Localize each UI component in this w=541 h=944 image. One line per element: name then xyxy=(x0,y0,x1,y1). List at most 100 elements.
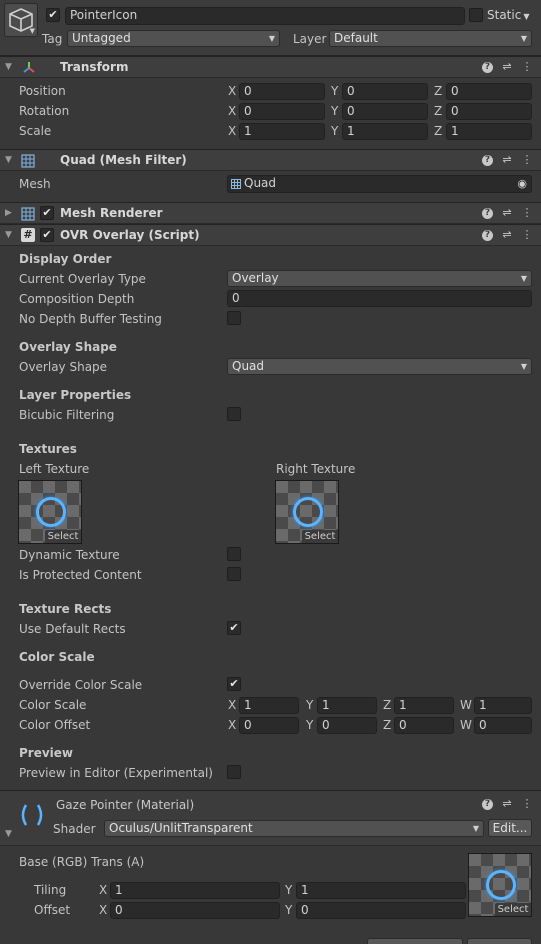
scale-x-field[interactable]: 1 xyxy=(239,123,325,140)
active-checkbox[interactable]: ✔ xyxy=(46,8,60,22)
overlay-shape-dropdown[interactable]: Quad ▼ xyxy=(227,358,532,375)
object-header: ▼ ✔ PointerIcon Static ▼ Tag Untagged ▼ La… xyxy=(0,0,541,56)
color-scale-x-field[interactable]: 1 xyxy=(239,697,299,714)
select-button[interactable]: Select xyxy=(495,903,531,916)
help-icon[interactable]: ? xyxy=(482,62,493,73)
foldout-arrow-icon[interactable]: ▼ xyxy=(5,155,15,165)
bicubic-filtering-checkbox[interactable] xyxy=(227,407,241,421)
more-menu-icon[interactable]: ⋮ xyxy=(521,796,533,812)
color-scale-z-field[interactable]: 1 xyxy=(394,697,454,714)
color-offset-w-field[interactable]: 0 xyxy=(474,717,532,734)
script-hash-icon: # xyxy=(21,228,35,242)
rotation-y-field[interactable]: 0 xyxy=(342,103,428,120)
color-offset-z-field[interactable]: 0 xyxy=(394,717,454,734)
transform-header[interactable]: ▼ Transform ? ⇌ ⋮ xyxy=(0,56,541,78)
mesh-renderer-header[interactable]: ▶ ✔ Mesh Renderer ? ⇌ ⋮ xyxy=(0,202,541,224)
tiling-y-field[interactable]: 1 xyxy=(296,882,466,899)
header-icons: ? ⇌ ⋮ xyxy=(482,205,533,221)
tag-dropdown[interactable]: Untagged ▼ xyxy=(67,30,280,47)
help-icon[interactable]: ? xyxy=(482,230,493,241)
protected-content-checkbox[interactable] xyxy=(227,567,241,581)
foldout-arrow-icon[interactable]: ▶ xyxy=(5,208,15,218)
bottom-partial-button[interactable] xyxy=(367,938,463,944)
position-z-field[interactable]: 0 xyxy=(446,83,532,100)
ovr-overlay-enabled-checkbox[interactable]: ✔ xyxy=(40,228,54,242)
axis-y-label: Y xyxy=(285,903,293,917)
axis-x-label: X xyxy=(228,124,237,138)
chevron-down-icon[interactable]: ▼ xyxy=(30,27,35,35)
position-x-field[interactable]: 0 xyxy=(239,83,325,100)
presets-icon[interactable]: ⇌ xyxy=(501,796,513,812)
base-texture-slot[interactable]: Select xyxy=(468,853,532,917)
axis-z-label: Z xyxy=(383,698,392,712)
ovr-overlay-header[interactable]: ▼ # ✔ OVR Overlay (Script) ? ⇌ ⋮ xyxy=(0,224,541,246)
presets-icon[interactable]: ⇌ xyxy=(501,227,513,243)
object-name-input[interactable]: PointerIcon xyxy=(65,7,465,25)
dynamic-texture-checkbox[interactable] xyxy=(227,547,241,561)
color-scale-w-field[interactable]: 1 xyxy=(474,697,532,714)
axis-x-label: X xyxy=(228,718,237,732)
rotation-x-field[interactable]: 0 xyxy=(239,103,325,120)
presets-icon[interactable]: ⇌ xyxy=(501,152,513,168)
tag-label: Tag xyxy=(42,32,63,46)
chevron-down-icon: ▼ xyxy=(523,12,530,21)
color-offset-x-field[interactable]: 0 xyxy=(239,717,299,734)
foldout-arrow-icon[interactable]: ▼ xyxy=(5,62,15,72)
color-offset-y-field[interactable]: 0 xyxy=(317,717,377,734)
tiling-x-field[interactable]: 1 xyxy=(110,882,280,899)
more-menu-icon[interactable]: ⋮ xyxy=(521,227,533,243)
object-picker-icon[interactable]: ◉ xyxy=(517,176,527,191)
override-color-scale-label: Override Color Scale xyxy=(19,678,143,692)
shader-dropdown[interactable]: Oculus/UnlitTransparent ▼ xyxy=(104,820,484,837)
protected-content-label: Is Protected Content xyxy=(19,568,142,582)
layer-dropdown[interactable]: Default ▼ xyxy=(329,30,532,47)
left-texture-slot[interactable]: Select xyxy=(18,480,82,544)
select-button[interactable]: Select xyxy=(302,530,338,543)
help-icon[interactable]: ? xyxy=(482,155,493,166)
use-default-rects-checkbox[interactable]: ✔ xyxy=(227,621,241,635)
color-scale-label: Color Scale xyxy=(19,698,87,712)
help-icon[interactable]: ? xyxy=(482,208,493,219)
gaze-ring-thumbnail xyxy=(36,497,66,527)
bottom-partial-button[interactable] xyxy=(467,938,532,944)
axis-x-label: X xyxy=(99,883,108,897)
mesh-value: Quad xyxy=(244,176,277,190)
more-menu-icon[interactable]: ⋮ xyxy=(521,152,533,168)
offset-x-field[interactable]: 0 xyxy=(110,902,280,919)
foldout-arrow-icon[interactable]: ▼ xyxy=(5,230,15,240)
offset-y-field[interactable]: 0 xyxy=(296,902,466,919)
color-scale-y-field[interactable]: 1 xyxy=(317,697,377,714)
position-y-field[interactable]: 0 xyxy=(342,83,428,100)
presets-icon[interactable]: ⇌ xyxy=(501,59,513,75)
static-dropdown[interactable]: Static ▼ xyxy=(487,8,529,22)
chevron-down-icon: ▼ xyxy=(268,34,275,43)
axis-z-label: Z xyxy=(434,124,443,138)
shader-label: Shader xyxy=(53,822,96,836)
presets-icon[interactable]: ⇌ xyxy=(501,205,513,221)
preview-in-editor-checkbox[interactable] xyxy=(227,765,241,779)
component-title: Quad (Mesh Filter) xyxy=(60,153,187,167)
more-menu-icon[interactable]: ⋮ xyxy=(521,205,533,221)
edit-shader-button[interactable]: Edit... xyxy=(488,819,532,837)
foldout-arrow-icon[interactable]: ▼ xyxy=(5,829,12,839)
axis-x-label: X xyxy=(228,104,237,118)
static-checkbox[interactable] xyxy=(469,8,483,22)
mesh-renderer-enabled-checkbox[interactable]: ✔ xyxy=(40,206,54,220)
scale-z-field[interactable]: 1 xyxy=(446,123,532,140)
right-texture-slot[interactable]: Select xyxy=(275,480,339,544)
preview-section: Preview xyxy=(19,746,74,760)
composition-depth-field[interactable]: 0 xyxy=(227,290,532,307)
no-depth-buffer-checkbox[interactable] xyxy=(227,311,241,325)
more-menu-icon[interactable]: ⋮ xyxy=(521,59,533,75)
help-icon[interactable]: ? xyxy=(482,799,493,810)
override-color-scale-checkbox[interactable]: ✔ xyxy=(227,677,241,691)
select-button[interactable]: Select xyxy=(45,530,81,543)
rotation-z-field[interactable]: 0 xyxy=(446,103,532,120)
mesh-object-field[interactable]: Quad ◉ xyxy=(227,175,532,193)
shader-value: Oculus/UnlitTransparent xyxy=(109,821,253,835)
mesh-filter-header[interactable]: ▼ Quad (Mesh Filter) ? ⇌ ⋮ xyxy=(0,149,541,171)
current-overlay-type-dropdown[interactable]: Overlay ▼ xyxy=(227,270,532,287)
scale-y-field[interactable]: 1 xyxy=(342,123,428,140)
axis-x-label: X xyxy=(99,903,108,917)
mesh-grid-icon xyxy=(21,154,35,168)
